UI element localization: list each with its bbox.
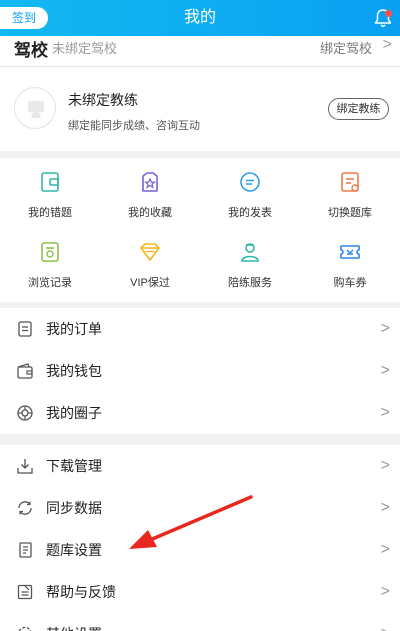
favorites-icon <box>142 172 158 192</box>
chevron-right-icon: > <box>381 613 390 631</box>
grid-item-car-coupon[interactable]: 购车券 <box>300 240 400 300</box>
grid-item-label: 切换题库 <box>328 207 372 219</box>
menu-item-label: 下载管理 <box>46 458 102 474</box>
order-icon <box>18 321 32 337</box>
grid-item-label: VIP保过 <box>130 277 170 289</box>
grid-item-label: 我的收藏 <box>128 207 172 219</box>
chevron-right-icon: > <box>380 320 390 337</box>
menu-item-label: 题库设置 <box>46 542 102 558</box>
sync-icon <box>18 501 32 515</box>
bell-icon[interactable] <box>372 7 394 29</box>
menu-item-download[interactable]: 下载管理 > <box>0 445 400 487</box>
menu-item-orders[interactable]: 我的订单 > <box>0 308 400 350</box>
menu-item-help-feedback[interactable]: 帮助与反馈 > <box>0 571 400 613</box>
bind-school-link[interactable]: 绑定驾校 <box>320 38 372 57</box>
car-coupon-icon <box>340 245 360 259</box>
notification-badge <box>385 10 392 17</box>
avatar <box>14 87 56 129</box>
feature-grid: 我的错题 我的收藏 我的发表 切换题库 浏览记录 VIP保过 陪练服务 购车券 <box>0 158 400 302</box>
wrong-questions-icon <box>41 172 59 192</box>
chevron-right-icon: > <box>380 404 390 421</box>
top-bar: 签到 我的 <box>0 0 400 36</box>
menu-item-label: 帮助与反馈 <box>46 584 116 600</box>
grid-item-posts[interactable]: 我的发表 <box>200 170 300 230</box>
switch-bank-icon <box>341 172 359 192</box>
menu-item-bank-settings[interactable]: 题库设置 > <box>0 529 400 571</box>
bank-settings-icon <box>19 542 32 558</box>
grid-item-label: 我的发表 <box>228 207 272 219</box>
menu-item-label: 我的圈子 <box>46 405 102 421</box>
circle-icon <box>17 405 33 421</box>
settings-icon <box>18 626 32 631</box>
coach-name: 未绑定教练 <box>68 92 138 108</box>
school-status: 未绑定驾校 <box>52 41 118 56</box>
chevron-right-icon: > <box>380 457 390 474</box>
history-icon <box>41 242 59 262</box>
school-label: 驾校 <box>14 41 48 60</box>
wallet-icon <box>17 363 33 379</box>
chevron-right-icon: > <box>382 36 392 53</box>
menu-item-label: 我的订单 <box>46 321 102 337</box>
menu-item-settings[interactable]: 其他设置 > <box>0 613 400 631</box>
grid-item-wrong-questions[interactable]: 我的错题 <box>0 170 100 230</box>
grid-item-practice-service[interactable]: 陪练服务 <box>200 240 300 300</box>
posts-icon <box>240 172 260 192</box>
grid-item-history[interactable]: 浏览记录 <box>0 240 100 300</box>
menu-item-label: 同步数据 <box>46 500 102 516</box>
menu-item-label: 我的钱包 <box>46 363 102 379</box>
grid-item-label: 购车券 <box>333 277 367 289</box>
practice-service-icon <box>241 243 259 262</box>
grid-item-vip[interactable]: VIP保过 <box>100 240 200 300</box>
menu-item-wallet[interactable]: 我的钱包 > <box>0 350 400 392</box>
menu-item-sync[interactable]: 同步数据 > <box>0 487 400 529</box>
menu-item-circle[interactable]: 我的圈子 > <box>0 392 400 434</box>
menu-group-settings: 下载管理 > 同步数据 > 题库设置 > 帮助与反馈 > <box>0 445 400 631</box>
grid-item-label: 浏览记录 <box>28 277 72 289</box>
school-row[interactable]: 驾校 未绑定驾校 绑定驾校 > <box>0 36 400 66</box>
bind-coach-button[interactable]: 绑定教练 <box>328 98 389 120</box>
grid-item-label: 我的错题 <box>28 207 72 219</box>
vip-icon <box>140 243 160 261</box>
grid-item-label: 陪练服务 <box>228 277 272 289</box>
help-feedback-icon <box>17 584 33 600</box>
grid-item-switch-bank[interactable]: 切换题库 <box>300 170 400 230</box>
page-title: 我的 <box>183 9 216 26</box>
menu-item-label: 其他设置 <box>46 613 102 631</box>
chevron-right-icon: > <box>380 583 390 600</box>
menu-group-account: 我的订单 > 我的钱包 > 我的圈子 > <box>0 308 400 434</box>
chevron-right-icon: > <box>380 362 390 379</box>
coach-card[interactable]: 未绑定教练 绑定能同步成绩、咨询互动 绑定教练 <box>0 67 400 151</box>
download-icon <box>17 459 33 474</box>
chevron-right-icon: > <box>380 499 390 516</box>
grid-item-favorites[interactable]: 我的收藏 <box>100 170 200 230</box>
chevron-right-icon: > <box>380 541 390 558</box>
coach-description: 绑定能同步成绩、咨询互动 <box>68 120 200 132</box>
